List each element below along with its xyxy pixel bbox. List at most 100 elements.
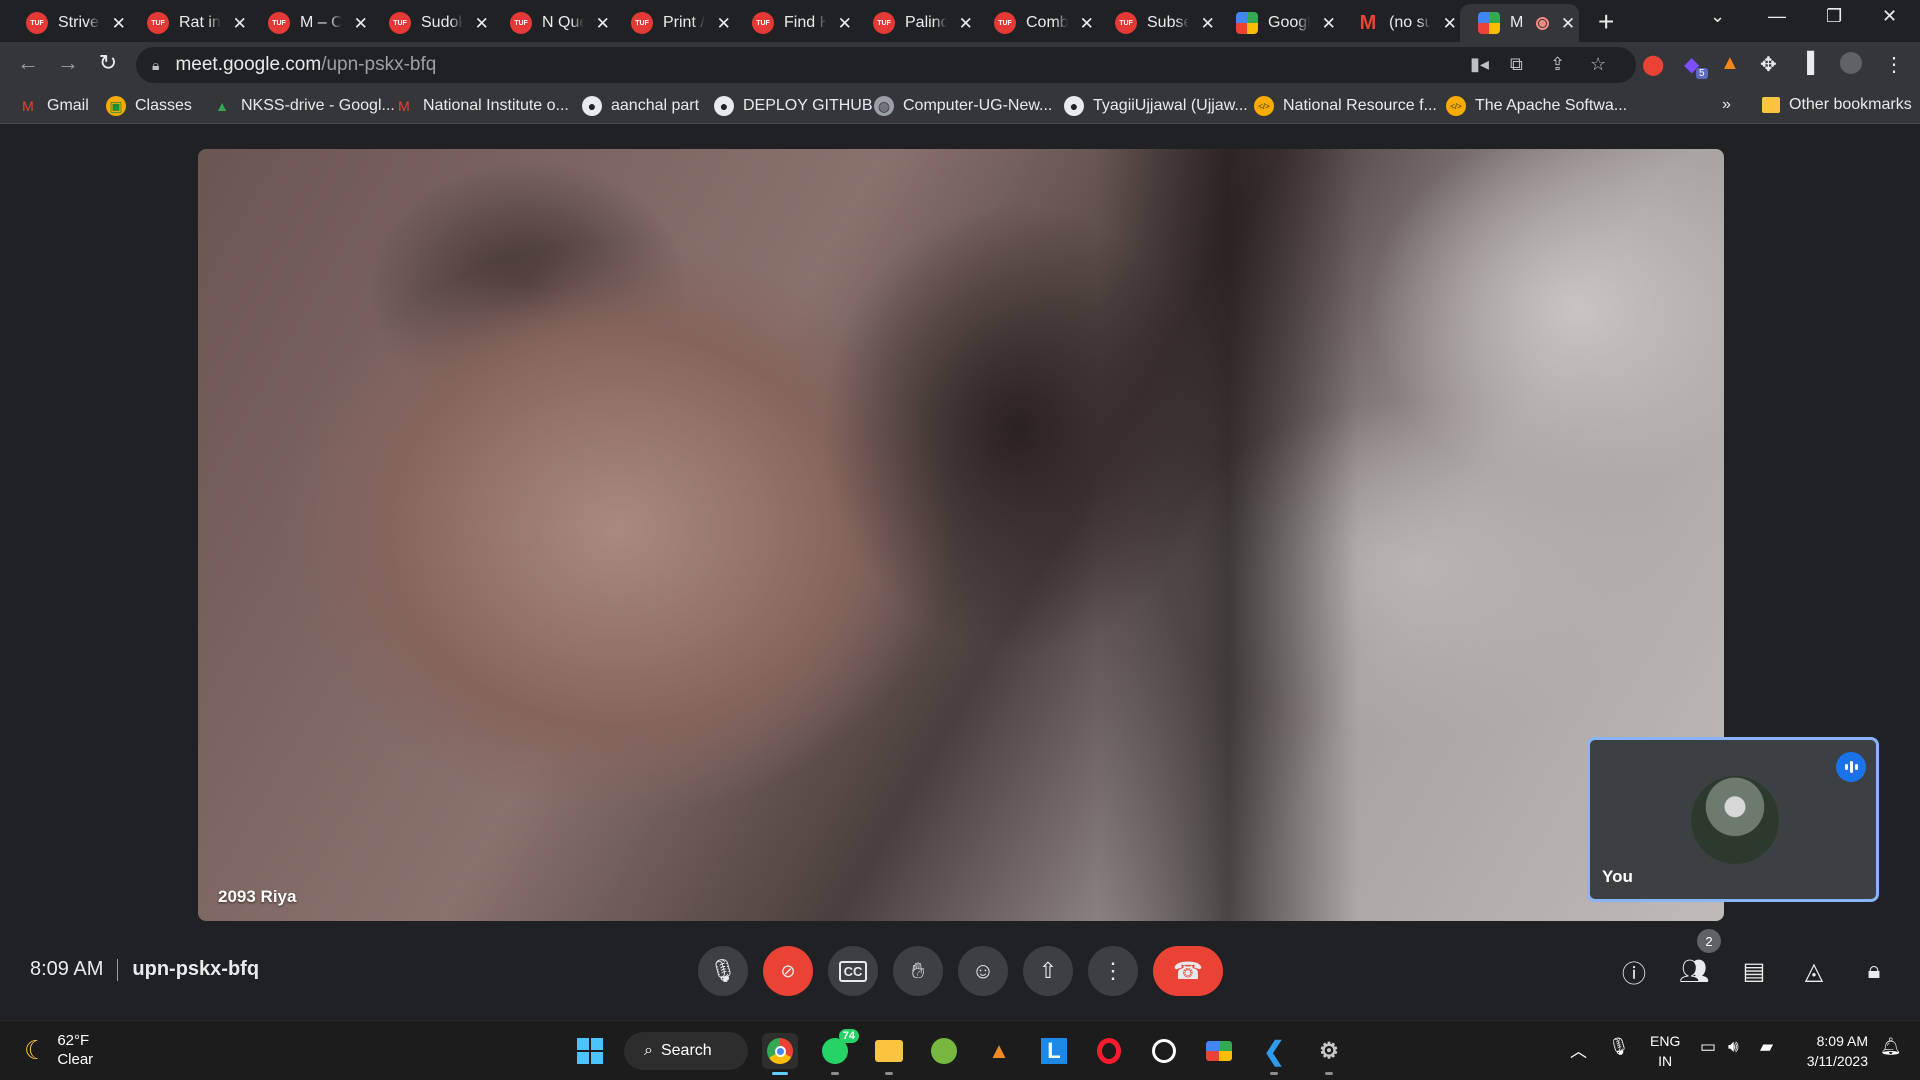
volume-icon[interactable]: 🔊︎	[1728, 1037, 1739, 1057]
new-tab-button[interactable]: +	[1598, 6, 1614, 38]
browser-tab[interactable]: TUF Rat in ✕	[129, 4, 248, 42]
tab-search-chevron-icon[interactable]: ⌄	[1710, 6, 1725, 27]
whatsapp-web-app[interactable]	[1146, 1033, 1182, 1069]
whatsapp-app[interactable]: 74	[817, 1029, 859, 1075]
captions-button[interactable]: CC	[828, 946, 878, 996]
camera-in-use-icon[interactable]: ▮◂	[1470, 54, 1489, 75]
show-hidden-icons-chevron-icon[interactable]: ︿	[1570, 1037, 1587, 1062]
chat-button[interactable]: ▤	[1737, 954, 1771, 988]
bookmark-item[interactable]: </> The Apache Softwa...	[1446, 96, 1627, 116]
battery-icon[interactable]: ▰	[1760, 1037, 1773, 1057]
browser-tab[interactable]: TUF Find K ✕	[734, 4, 853, 42]
extension-red-icon[interactable]: ⬤	[1642, 52, 1664, 77]
leave-call-button[interactable]: ☎︎	[1153, 946, 1223, 996]
present-screen-button[interactable]: ⇧	[1023, 946, 1073, 996]
browser-tab[interactable]: TUF Subse ✕	[1097, 4, 1216, 42]
bookmark-item[interactable]: </> National Resource f...	[1254, 96, 1437, 116]
bookmark-star-icon[interactable]: ☆	[1590, 54, 1606, 75]
google-meet-app[interactable]	[1201, 1033, 1237, 1069]
close-tab-icon[interactable]: ✕	[594, 15, 611, 32]
system-clock[interactable]: 8:09 AM 3/11/2023	[1800, 1031, 1868, 1071]
bookmark-item[interactable]: ● TyagiiUjjawal (Ujjaw...	[1064, 96, 1248, 116]
browser-tab[interactable]: TUF M – C ✕	[250, 4, 369, 42]
bookmark-item[interactable]: ◍ Computer-UG-New...	[874, 96, 1052, 116]
browser-tab[interactable]: TUF Sudok ✕	[371, 4, 490, 42]
close-tab-icon[interactable]: ✕	[352, 15, 369, 32]
speaking-indicator-icon	[1836, 752, 1866, 782]
share-icon[interactable]: ⇪	[1550, 54, 1565, 75]
microphone-tray-icon[interactable]: 🎙︎	[1608, 1037, 1630, 1057]
file-explorer-app[interactable]	[871, 1033, 907, 1075]
host-controls-button[interactable]: 🔒︎	[1857, 954, 1891, 988]
chrome-app[interactable]	[762, 1033, 798, 1075]
notification-bell-icon[interactable]: 🔔︎	[1880, 1037, 1902, 1057]
l-app[interactable]: L	[1036, 1033, 1072, 1069]
bookmark-item[interactable]: ▲ NKSS-drive - Googl...	[212, 96, 395, 116]
browser-tab[interactable]: M (no su ✕	[1339, 4, 1458, 42]
tab-title: Sudok	[421, 14, 464, 31]
bookmark-item[interactable]: ● aanchal part	[582, 96, 699, 116]
bookmark-item[interactable]: ▣ Classes	[106, 96, 192, 116]
close-tab-icon[interactable]: ✕	[1320, 15, 1337, 32]
bookmark-item[interactable]: ● DEPLOY GITHUB	[714, 96, 873, 116]
utorrent-app[interactable]	[926, 1033, 962, 1069]
bookmark-item[interactable]: M Gmail	[18, 96, 89, 116]
browser-tab[interactable]: TUF Striver ✕	[8, 4, 127, 42]
address-bar[interactable]: 🔒︎ meet.google.com/upn-pskx-bfq ▮◂ ⧉ ⇪ ☆	[136, 47, 1636, 83]
close-tab-icon[interactable]: ✕	[231, 15, 248, 32]
people-button[interactable]: 👥︎	[1677, 954, 1711, 988]
open-in-window-icon[interactable]: ⧉	[1510, 54, 1523, 75]
extensions-puzzle-icon[interactable]: ✥	[1760, 52, 1777, 77]
browser-tab[interactable]: TUF N Que ✕	[492, 4, 611, 42]
browser-tab[interactable]: M ✕	[1460, 4, 1579, 42]
camera-off-button[interactable]: ⊘	[763, 946, 813, 996]
profile-avatar[interactable]	[1840, 52, 1862, 74]
bookmarks-overflow-button[interactable]: »	[1722, 96, 1731, 114]
close-tab-icon[interactable]: ✕	[1559, 15, 1577, 32]
browser-tab[interactable]: Googl ✕	[1218, 4, 1337, 42]
language-indicator[interactable]: ENG IN	[1650, 1031, 1680, 1071]
close-tab-icon[interactable]: ✕	[715, 15, 732, 32]
more-options-button[interactable]: ⋮	[1088, 946, 1138, 996]
lock-icon[interactable]: 🔒︎	[152, 57, 159, 74]
reload-button[interactable]: ↻	[94, 50, 122, 76]
meeting-details-button[interactable]: ⓘ	[1617, 954, 1651, 988]
activities-button[interactable]: ◬	[1797, 954, 1831, 988]
self-view-tile[interactable]: You	[1587, 737, 1879, 902]
settings-app[interactable]: ⚙	[1311, 1033, 1347, 1075]
emoji-reaction-button[interactable]: ☺	[958, 946, 1008, 996]
close-tab-icon[interactable]: ✕	[836, 15, 853, 32]
close-tab-icon[interactable]: ✕	[1199, 15, 1216, 32]
vscode-app[interactable]: ❮	[1256, 1033, 1292, 1075]
side-panel-icon[interactable]: ▐	[1800, 52, 1814, 75]
forward-button[interactable]: →	[54, 50, 82, 76]
minimize-button[interactable]: —	[1768, 6, 1786, 27]
lang-line1: ENG	[1650, 1033, 1681, 1049]
close-tab-icon[interactable]: ✕	[1078, 15, 1095, 32]
close-tab-icon[interactable]: ✕	[473, 15, 490, 32]
vlc-app[interactable]: ▲	[981, 1033, 1017, 1069]
metamask-icon[interactable]: ▲	[1720, 52, 1740, 75]
browser-tab[interactable]: TUF Comb ✕	[976, 4, 1095, 42]
raise-hand-button[interactable]: ✋︎	[893, 946, 943, 996]
start-button[interactable]	[572, 1033, 608, 1069]
microphone-button[interactable]: 🎙︎	[698, 946, 748, 996]
weather-widget[interactable]: ☾ 62°F Clear	[24, 1031, 93, 1069]
close-tab-icon[interactable]: ✕	[1441, 15, 1458, 32]
tab-title: Striver	[58, 14, 101, 31]
participant-video-tile[interactable]: 2093 Riya	[198, 149, 1724, 921]
menu-kebab-icon[interactable]: ⋮	[1884, 52, 1904, 77]
taskbar-search[interactable]: ⌕ Search	[624, 1032, 748, 1070]
network-icon[interactable]: ▭	[1700, 1037, 1716, 1057]
divider	[117, 958, 119, 981]
close-tab-icon[interactable]: ✕	[957, 15, 974, 32]
bookmark-item[interactable]: M National Institute o...	[394, 96, 569, 116]
restore-button[interactable]: ❐	[1826, 6, 1842, 27]
close-tab-icon[interactable]: ✕	[110, 15, 127, 32]
browser-tab[interactable]: TUF Print / ✕	[613, 4, 732, 42]
close-window-button[interactable]: ✕	[1882, 6, 1897, 27]
browser-tab[interactable]: TUF Palind ✕	[855, 4, 974, 42]
back-button[interactable]: ←	[14, 50, 42, 76]
opera-app[interactable]	[1091, 1033, 1127, 1069]
other-bookmarks-folder[interactable]: Other bookmarks	[1762, 96, 1912, 114]
